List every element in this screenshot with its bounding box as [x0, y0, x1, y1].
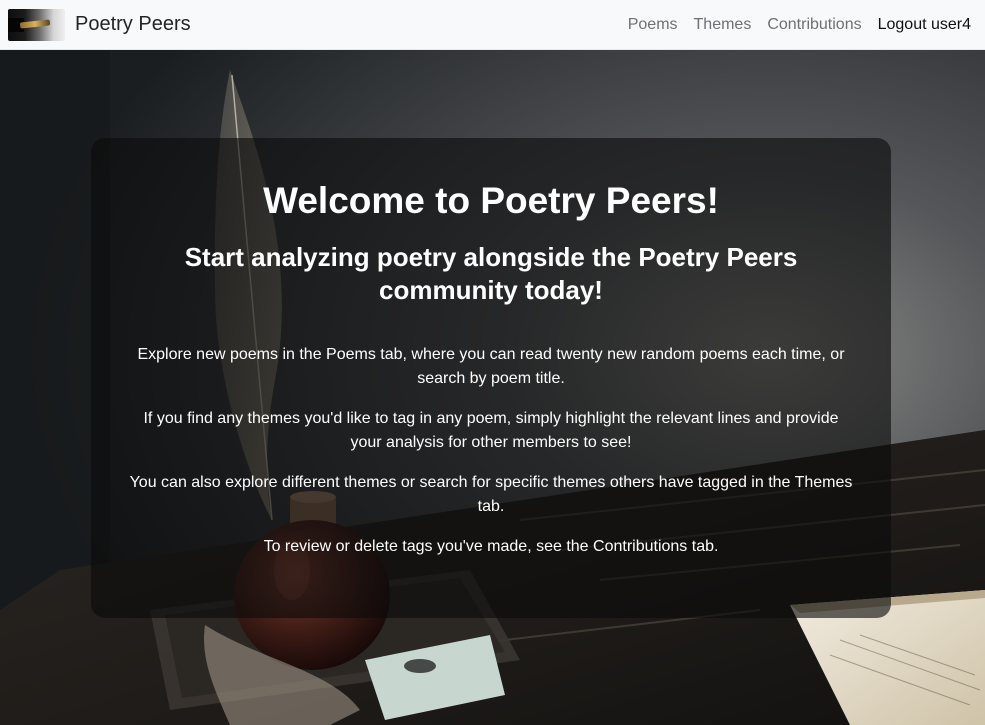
nav-links: Poems Themes Contributions Logout user4 — [612, 16, 971, 34]
nav-link-contributions[interactable]: Contributions — [767, 16, 861, 34]
top-navbar: Poetry Peers Poems Themes Contributions … — [0, 0, 985, 50]
nav-link-themes[interactable]: Themes — [694, 16, 752, 34]
welcome-panel: Welcome to Poetry Peers! Start analyzing… — [91, 138, 891, 618]
nav-link-logout[interactable]: Logout user4 — [878, 16, 971, 34]
welcome-subtitle: Start analyzing poetry alongside the Poe… — [184, 242, 798, 305]
paragraph-themes: You can also explore different themes or… — [129, 474, 853, 515]
paragraph-tagging: If you find any themes you'd like to tag… — [143, 410, 839, 451]
paragraph-contributions: To review or delete tags you've made, se… — [263, 538, 719, 555]
paragraph-poems: Explore new poems in the Poems tab, wher… — [137, 346, 845, 387]
brand-home-link[interactable]: Poetry Peers — [8, 8, 191, 41]
nav-link-poems[interactable]: Poems — [628, 16, 678, 34]
welcome-title: Welcome to Poetry Peers! — [263, 180, 719, 221]
brand-name: Poetry Peers — [75, 13, 191, 35]
welcome-description: Explore new poems in the Poems tab, wher… — [91, 343, 891, 559]
fountain-pen-logo-icon — [8, 8, 65, 41]
